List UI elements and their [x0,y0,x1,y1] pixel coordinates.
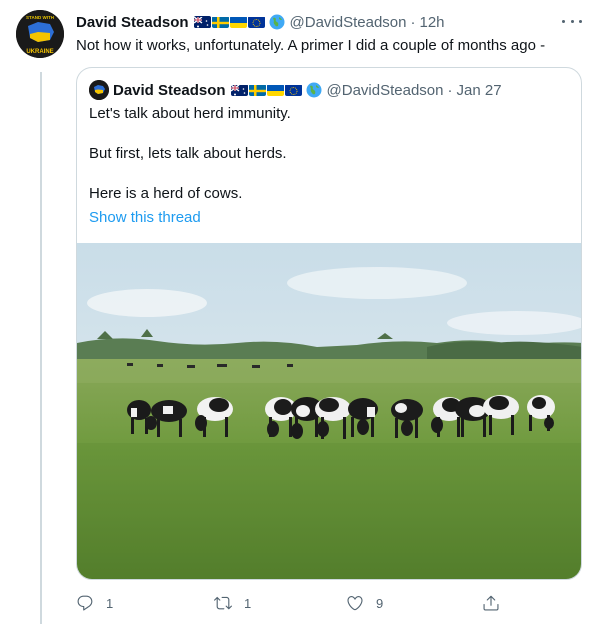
author-name[interactable]: David Steadson [76,14,189,31]
retweet-icon [214,596,232,610]
quoted-author-name: David Steadson [113,81,226,99]
reply-icon [77,595,93,611]
quoted-author-flags [230,82,322,98]
eu-flag-icon [284,84,302,96]
tweet-actions-bar: 1 1 9 [76,590,506,616]
reply-count: 1 [106,595,114,611]
avatar-text-top: STAND WITH [26,15,54,20]
globe-icon [269,14,285,30]
tweet-header: David Steadson @DavidSteadson · 12h [76,12,445,32]
retweet-count: 1 [244,595,252,611]
reply-button[interactable]: 1 [76,590,113,616]
author-avatar[interactable]: STAND WITH UKRAINE [16,10,64,58]
thread-connector-line [40,72,42,624]
tweet-timestamp[interactable]: 12h [420,14,445,31]
quoted-text-line: But first, lets talk about herds. [89,145,287,162]
heart-icon [347,596,363,611]
quoted-tweet-header: David Steadson @DavidSteadson · Jan 27 [89,80,502,100]
australia-flag-icon [193,16,211,28]
share-button[interactable] [482,590,500,616]
author-handle[interactable]: @DavidSteadson [290,14,407,31]
quoted-text-line: Let's talk about herd immunity. [89,105,291,122]
quoted-text-line: Here is a herd of cows. [89,185,243,202]
herd-of-cows-photo[interactable] [77,243,581,579]
share-icon [483,595,499,611]
show-this-thread-link[interactable]: Show this thread [89,208,291,228]
quoted-tweet-text: Let's talk about herd immunity. But firs… [89,104,291,228]
separator-dot: · [447,81,453,99]
quoted-tweet-date: Jan 27 [456,81,502,99]
quoted-author-handle: @DavidSteadson [326,81,444,99]
quoted-author-avatar [89,80,109,100]
tweet-text: Not how it works, unfortunately. A prime… [76,37,546,54]
globe-icon [306,82,322,98]
sweden-flag-icon [248,84,266,96]
avatar-text-bottom: UKRAINE [26,49,53,55]
quoted-tweet-card[interactable]: David Steadson @DavidSteadson · Jan 27 L… [76,67,582,580]
more-options-icon[interactable] [562,14,582,28]
like-count: 9 [376,595,384,611]
separator-dot: · [410,13,416,31]
ukraine-flag-icon [229,16,247,28]
author-flags [193,14,285,30]
like-button[interactable]: 9 [346,590,383,616]
sweden-flag-icon [211,16,229,28]
retweet-button[interactable]: 1 [214,590,251,616]
ukraine-flag-icon [266,84,284,96]
australia-flag-icon [230,84,248,96]
eu-flag-icon [247,16,265,28]
